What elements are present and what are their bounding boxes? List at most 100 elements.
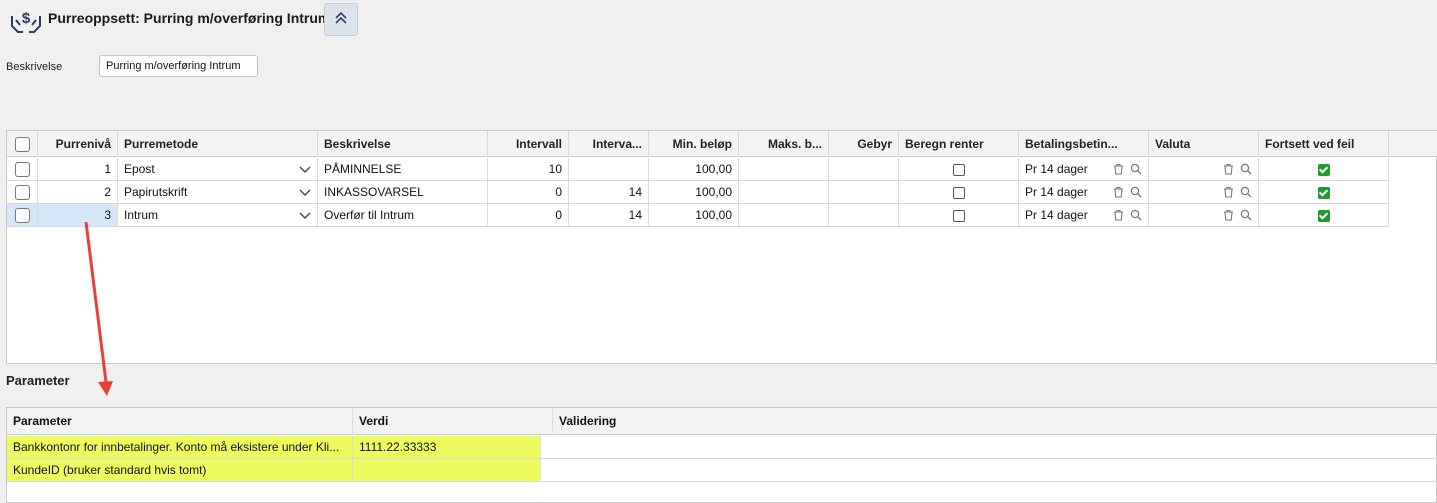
- cell-payment-terms[interactable]: Pr 14 dager: [1019, 158, 1149, 180]
- trash-icon[interactable]: [1111, 204, 1125, 226]
- chevron-down-icon[interactable]: [299, 181, 311, 203]
- col-purremetode[interactable]: Purremetode: [118, 131, 318, 157]
- cell-fee[interactable]: [829, 204, 899, 226]
- cell-fee[interactable]: [829, 181, 899, 203]
- cell-interval-2[interactable]: [569, 158, 649, 180]
- parameter-grid-header: Parameter Verdi Validering: [7, 408, 1437, 435]
- cell-method-select[interactable]: Papirutskrift: [118, 181, 318, 203]
- trash-icon[interactable]: [1111, 158, 1125, 180]
- cell-method-select[interactable]: Epost: [118, 158, 318, 180]
- table-row[interactable]: 3 Intrum Overfør til Intrum 0 14 100,00 …: [7, 204, 1389, 227]
- parameter-grid: Parameter Verdi Validering Bankkontonr f…: [6, 407, 1437, 503]
- double-chevron-up-icon: [334, 11, 348, 28]
- cell-interval[interactable]: 0: [488, 204, 569, 226]
- select-all-cell[interactable]: [7, 131, 38, 157]
- cell-level[interactable]: 3: [38, 204, 118, 226]
- cell-min-amount[interactable]: 100,00: [649, 158, 739, 180]
- chevron-down-icon[interactable]: [299, 158, 311, 180]
- col-min-belop[interactable]: Min. beløp: [649, 131, 739, 157]
- search-icon[interactable]: [1239, 158, 1253, 180]
- parameter-validation: [553, 436, 1437, 458]
- cell-min-amount[interactable]: 100,00: [649, 204, 739, 226]
- continue-on-error-checkbox[interactable]: [1317, 163, 1330, 176]
- row-select-checkbox[interactable]: [14, 185, 30, 201]
- search-icon[interactable]: [1129, 158, 1143, 180]
- collapse-button[interactable]: [324, 3, 358, 36]
- parameter-name: Bankkontonr for innbetalinger. Konto må …: [7, 436, 353, 458]
- payment-terms-value: Pr 14 dager: [1025, 208, 1088, 222]
- cell-max-amount[interactable]: [739, 204, 829, 226]
- cell-payment-terms[interactable]: Pr 14 dager: [1019, 181, 1149, 203]
- cell-interval[interactable]: 10: [488, 158, 569, 180]
- parameter-section-title: Parameter: [6, 373, 70, 388]
- col-beskrivelse[interactable]: Beskrivelse: [318, 131, 488, 157]
- cell-interval[interactable]: 0: [488, 181, 569, 203]
- cell-description[interactable]: INKASSOVARSEL: [318, 181, 488, 203]
- parameter-value[interactable]: 1111.22.33333: [353, 436, 541, 458]
- calc-interest-checkbox[interactable]: [952, 186, 965, 199]
- col-maks-belop[interactable]: Maks. b...: [739, 131, 829, 157]
- dollar-hands-icon: $: [10, 6, 42, 34]
- grid-header: Purrenivå Purremetode Beskrivelse Interv…: [7, 131, 1437, 157]
- calc-interest-checkbox[interactable]: [952, 209, 965, 222]
- chevron-down-icon[interactable]: [299, 204, 311, 226]
- col-intervall-2[interactable]: Interva...: [569, 131, 649, 157]
- row-select-checkbox[interactable]: [14, 208, 30, 224]
- cell-method-value: Intrum: [124, 208, 159, 222]
- col-validering[interactable]: Validering: [553, 408, 1437, 435]
- cell-max-amount[interactable]: [739, 158, 829, 180]
- description-label: Beskrivelse: [6, 61, 63, 73]
- reminder-levels-grid: Purrenivå Purremetode Beskrivelse Interv…: [6, 130, 1437, 364]
- parameter-value[interactable]: [353, 459, 541, 481]
- parameter-row[interactable]: KundeID (bruker standard hvis tomt): [7, 459, 1437, 482]
- payment-terms-value: Pr 14 dager: [1025, 185, 1088, 199]
- col-verdi[interactable]: Verdi: [353, 408, 553, 435]
- description-input[interactable]: [99, 55, 258, 77]
- parameter-validation: [553, 459, 1437, 481]
- row-select-checkbox[interactable]: [14, 162, 30, 178]
- table-row[interactable]: 1 Epost PÅMINNELSE 10 100,00 Pr 14 dager: [7, 158, 1389, 181]
- cell-currency[interactable]: [1149, 181, 1259, 203]
- trash-icon[interactable]: [1111, 181, 1125, 203]
- table-row[interactable]: 2 Papirutskrift INKASSOVARSEL 0 14 100,0…: [7, 181, 1389, 204]
- cell-payment-terms[interactable]: Pr 14 dager: [1019, 204, 1149, 226]
- cell-currency[interactable]: [1149, 204, 1259, 226]
- svg-text:$: $: [22, 10, 31, 27]
- cell-interval-2[interactable]: 14: [569, 204, 649, 226]
- cell-level[interactable]: 1: [38, 158, 118, 180]
- cell-description[interactable]: PÅMINNELSE: [318, 158, 488, 180]
- search-icon[interactable]: [1239, 204, 1253, 226]
- col-gebyr[interactable]: Gebyr: [829, 131, 899, 157]
- col-parameter[interactable]: Parameter: [7, 408, 353, 435]
- cell-method-value: Papirutskrift: [124, 185, 188, 199]
- col-beregn-renter[interactable]: Beregn renter: [899, 131, 1019, 157]
- calc-interest-checkbox[interactable]: [952, 163, 965, 176]
- continue-on-error-checkbox[interactable]: [1317, 209, 1330, 222]
- parameter-row[interactable]: Bankkontonr for innbetalinger. Konto må …: [7, 436, 1437, 459]
- payment-terms-value: Pr 14 dager: [1025, 162, 1088, 176]
- page-title: Purreoppsett: Purring m/overføring Intru…: [48, 10, 331, 26]
- col-betalingsbetingelser[interactable]: Betalingsbetin...: [1019, 131, 1149, 157]
- cell-interval-2[interactable]: 14: [569, 181, 649, 203]
- cell-currency[interactable]: [1149, 158, 1259, 180]
- select-all-checkbox[interactable]: [14, 137, 30, 153]
- trash-icon[interactable]: [1221, 204, 1235, 226]
- search-icon[interactable]: [1129, 181, 1143, 203]
- cell-level[interactable]: 2: [38, 181, 118, 203]
- col-fortsett-ved-feil[interactable]: Fortsett ved feil: [1259, 131, 1389, 157]
- parameter-name: KundeID (bruker standard hvis tomt): [7, 459, 353, 481]
- cell-min-amount[interactable]: 100,00: [649, 181, 739, 203]
- col-valuta[interactable]: Valuta: [1149, 131, 1259, 157]
- trash-icon[interactable]: [1221, 158, 1235, 180]
- cell-max-amount[interactable]: [739, 181, 829, 203]
- col-purreniva[interactable]: Purrenivå: [38, 131, 118, 157]
- cell-fee[interactable]: [829, 158, 899, 180]
- cell-method-value: Epost: [124, 162, 155, 176]
- col-intervall[interactable]: Intervall: [488, 131, 569, 157]
- search-icon[interactable]: [1129, 204, 1143, 226]
- cell-description[interactable]: Overfør til Intrum: [318, 204, 488, 226]
- trash-icon[interactable]: [1221, 181, 1235, 203]
- search-icon[interactable]: [1239, 181, 1253, 203]
- continue-on-error-checkbox[interactable]: [1317, 186, 1330, 199]
- cell-method-select[interactable]: Intrum: [118, 204, 318, 226]
